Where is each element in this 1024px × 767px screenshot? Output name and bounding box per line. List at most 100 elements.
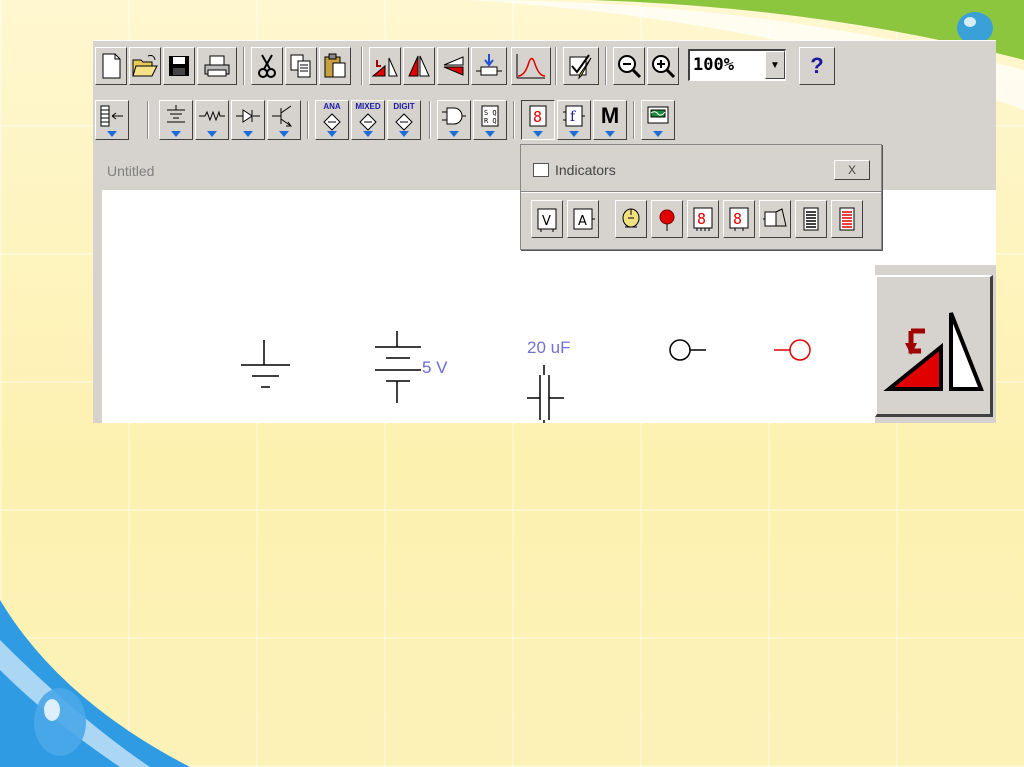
svg-text:8: 8 [533, 108, 542, 126]
palette-title: Indicators [555, 162, 616, 178]
indicators-palette: Indicators X V A 8 8 [520, 144, 882, 250]
bargraph-display-button[interactable] [831, 200, 863, 238]
svg-text:S Q: S Q [484, 109, 497, 117]
basic-bin-button[interactable] [195, 100, 229, 140]
bargraph-icon [803, 207, 819, 231]
diodes-bin-button[interactable] [231, 100, 265, 140]
parts-bin-toggle-button[interactable] [95, 100, 129, 140]
toolbar-separator [243, 47, 245, 85]
diode-icon [236, 109, 260, 123]
analog-ics-bin-button[interactable]: ANA [315, 100, 349, 140]
capacitor-value-label: 20 uF [527, 338, 571, 357]
cut-button[interactable] [251, 47, 283, 85]
indicators-bin-button[interactable]: 8 [521, 100, 555, 140]
checkmark-pencil-icon [569, 54, 592, 80]
digital-ics-bin-button[interactable]: DIGIT [387, 100, 421, 140]
ground-symbol[interactable] [241, 340, 290, 388]
sources-bin-button[interactable] [159, 100, 193, 140]
toolbar-separator [605, 47, 607, 85]
decoded-display-button[interactable]: 8 [723, 200, 755, 238]
decoded-display-icon: 8 [729, 207, 749, 231]
svg-text:V: V [542, 214, 551, 229]
connector-symbol[interactable] [669, 339, 706, 361]
component-wizard-button[interactable] [563, 47, 599, 85]
voltmeter-button[interactable]: V [531, 200, 563, 238]
miscellaneous-bin-button[interactable]: M [593, 100, 627, 140]
ammeter-button[interactable]: A [567, 200, 599, 238]
toolbar-separator [361, 47, 363, 85]
seven-segment-display-icon: 8 [693, 207, 713, 231]
component-properties-icon [476, 54, 502, 76]
new-file-icon [102, 53, 121, 79]
zoom-in-button[interactable] [647, 47, 679, 85]
transistors-bin-button[interactable] [267, 100, 301, 140]
capacitor-symbol[interactable] [527, 365, 564, 423]
help-button[interactable]: ? [799, 47, 835, 85]
and-gate-icon [442, 107, 466, 125]
digital-bin-button[interactable]: S QR Q [473, 100, 507, 140]
palette-window-icon [533, 163, 549, 177]
rotate-large-icon [883, 312, 984, 391]
probe-button[interactable] [651, 200, 683, 238]
analysis-graphs-button[interactable] [511, 47, 551, 85]
toolbar-separator [555, 47, 557, 85]
instrument-icon [647, 106, 669, 124]
lamp-icon [622, 208, 640, 228]
help-label: ? [810, 53, 824, 78]
digital-ic-icon [395, 113, 413, 131]
ground-source-icon [167, 105, 185, 123]
graph-icon [516, 54, 546, 79]
copy-icon [290, 54, 311, 78]
bargraph-button[interactable] [795, 200, 827, 238]
zoom-level-select[interactable]: 100% ▼ [688, 49, 786, 81]
multisim-screenshot: 100% ▼ ? ANA MIXED DIGIT S Q R Q 8 f M U… [93, 40, 996, 423]
seven-segment-display-button[interactable]: 8 [687, 200, 719, 238]
chevron-down-icon[interactable]: ▼ [765, 51, 785, 79]
transistor-icon [272, 105, 292, 127]
flip-horizontal-button[interactable] [403, 47, 435, 85]
buzzer-button[interactable] [759, 200, 791, 238]
save-disk-icon [169, 56, 189, 76]
close-button[interactable]: X [834, 160, 870, 180]
save-button[interactable] [163, 47, 195, 85]
new-file-button[interactable] [95, 47, 127, 85]
mixed-ic-icon [359, 113, 377, 131]
red-connector-symbol[interactable] [774, 339, 811, 361]
analog-ic-icon [323, 113, 341, 131]
zoom-out-icon [618, 55, 642, 79]
close-icon: X [847, 163, 856, 177]
main-toolbar: 100% ▼ ? [93, 41, 996, 87]
component-properties-button[interactable] [471, 47, 507, 85]
seven-segment-icon: 8 [529, 105, 547, 127]
toolbar-separator [513, 101, 515, 139]
controls-bin-button[interactable]: f [557, 100, 591, 140]
toolbar-separator [429, 101, 431, 139]
zoom-in-icon [652, 55, 676, 79]
flip-flop-icon: S QR Q [481, 105, 499, 127]
paste-button[interactable] [319, 47, 351, 85]
scissors-icon [258, 54, 276, 78]
svg-text:A: A [578, 214, 587, 229]
rotate-button[interactable] [369, 47, 401, 85]
flip-vertical-icon [443, 56, 464, 76]
zoom-out-button[interactable] [613, 47, 645, 85]
print-button[interactable] [197, 47, 237, 85]
toolbar-separator [147, 101, 149, 139]
flip-vertical-button[interactable] [437, 47, 469, 85]
lamp-button[interactable] [615, 200, 647, 238]
misc-label: M [600, 103, 620, 128]
open-folder-icon [132, 55, 158, 77]
rotate-button-large[interactable] [875, 275, 993, 417]
toolbar-separator [307, 101, 309, 139]
logic-gates-bin-button[interactable] [437, 100, 471, 140]
open-file-button[interactable] [129, 47, 161, 85]
resistor-icon [199, 110, 225, 122]
instruments-bin-button[interactable] [641, 100, 675, 140]
copy-button[interactable] [285, 47, 317, 85]
ammeter-icon: A [573, 208, 595, 230]
mixed-ics-bin-button[interactable]: MIXED [351, 100, 385, 140]
battery-symbol[interactable] [375, 331, 421, 403]
buzzer-icon [763, 208, 787, 227]
function-block-icon: f [563, 105, 585, 127]
svg-text:8: 8 [697, 210, 706, 228]
